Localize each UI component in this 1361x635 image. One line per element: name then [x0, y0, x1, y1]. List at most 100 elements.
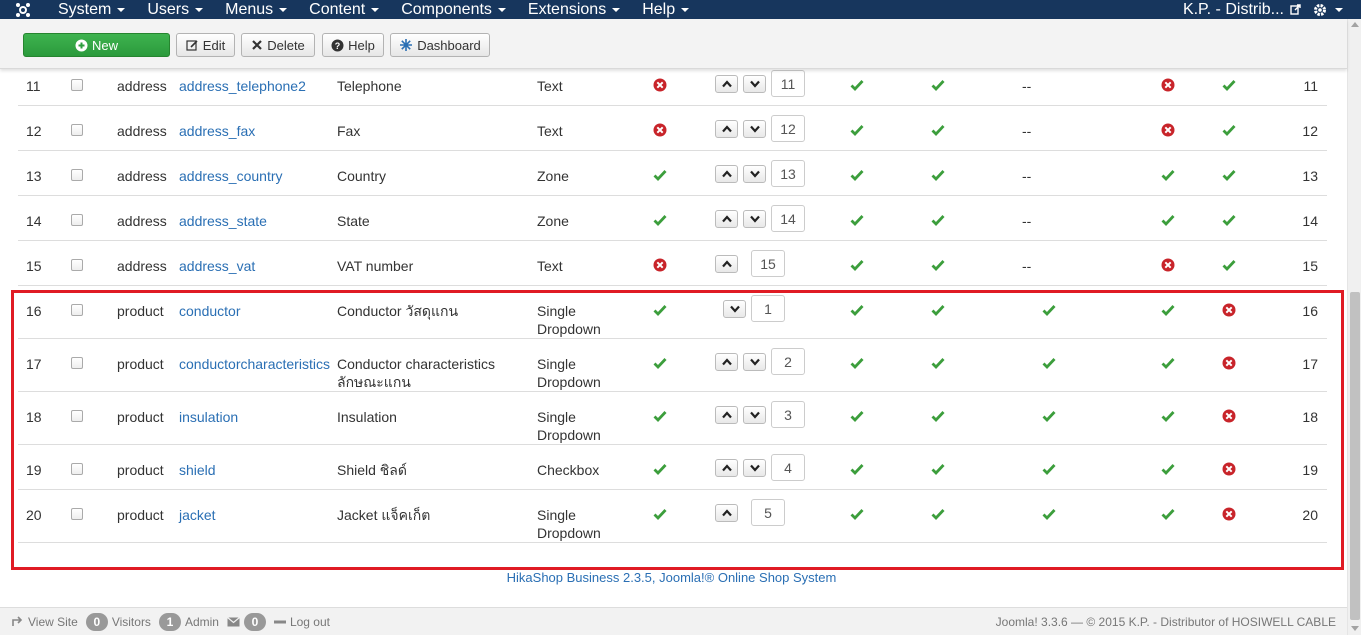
messages-status[interactable]: 0 [227, 612, 266, 631]
display-back-toggle[interactable] [931, 356, 945, 370]
move-down-button[interactable] [743, 353, 766, 371]
core-toggle[interactable] [1222, 462, 1236, 476]
move-up-button[interactable] [715, 210, 738, 228]
field-column-link[interactable]: shield [179, 461, 216, 479]
display-back-toggle[interactable] [931, 78, 945, 92]
row-checkbox[interactable] [71, 259, 83, 271]
display-front-toggle[interactable] [850, 507, 864, 521]
row-checkbox[interactable] [71, 304, 83, 316]
display-front-toggle[interactable] [850, 123, 864, 137]
scroll-down-icon[interactable] [1351, 626, 1359, 631]
required-toggle[interactable] [653, 507, 667, 521]
display-back-toggle[interactable] [931, 258, 945, 272]
row-checkbox[interactable] [71, 508, 83, 520]
move-up-button[interactable] [715, 255, 738, 273]
core-toggle[interactable] [1222, 409, 1236, 423]
move-down-button[interactable] [723, 300, 746, 318]
ordering-input[interactable]: 2 [771, 348, 805, 375]
display-front-toggle[interactable] [850, 78, 864, 92]
display-front-toggle[interactable] [850, 258, 864, 272]
scrollbar-thumb[interactable] [1350, 292, 1360, 620]
move-up-button[interactable] [715, 75, 738, 93]
display-listing-toggle[interactable] [1042, 356, 1056, 370]
display-front-toggle[interactable] [850, 462, 864, 476]
published-toggle[interactable] [1161, 213, 1175, 227]
field-column-link[interactable]: insulation [179, 408, 238, 426]
ordering-input[interactable]: 3 [771, 401, 805, 428]
display-back-toggle[interactable] [931, 507, 945, 521]
ordering-input[interactable]: 1 [751, 295, 785, 322]
menu-users[interactable]: Users [134, 0, 212, 19]
display-listing-toggle[interactable] [1042, 303, 1056, 317]
move-down-button[interactable] [743, 459, 766, 477]
menu-menus[interactable]: Menus [212, 0, 296, 19]
ordering-input[interactable]: 4 [771, 454, 805, 481]
core-toggle[interactable] [1222, 507, 1236, 521]
core-toggle[interactable] [1222, 78, 1236, 92]
move-down-button[interactable] [743, 406, 766, 424]
ordering-input[interactable]: 13 [771, 160, 805, 187]
view-site-link[interactable]: View Site [12, 615, 78, 629]
published-toggle[interactable] [1161, 78, 1175, 92]
settings-menu[interactable] [1313, 3, 1343, 17]
ordering-input[interactable]: 5 [751, 499, 785, 526]
published-toggle[interactable] [1161, 356, 1175, 370]
move-up-button[interactable] [715, 165, 738, 183]
move-down-button[interactable] [743, 120, 766, 138]
page-scrollbar[interactable] [1347, 19, 1361, 635]
menu-components[interactable]: Components [388, 0, 515, 19]
menu-content[interactable]: Content [296, 0, 388, 19]
ordering-input[interactable]: 15 [751, 250, 785, 277]
display-listing-toggle[interactable] [1042, 462, 1056, 476]
field-column-link[interactable]: address_fax [179, 122, 255, 140]
core-toggle[interactable] [1222, 213, 1236, 227]
display-back-toggle[interactable] [931, 213, 945, 227]
field-column-link[interactable]: address_country [179, 167, 283, 185]
move-up-button[interactable] [715, 459, 738, 477]
hikashop-credit-link[interactable]: HikaShop Business 2.3.5, Joomla!® Online… [0, 570, 1343, 585]
required-toggle[interactable] [653, 258, 667, 272]
move-up-button[interactable] [715, 120, 738, 138]
required-toggle[interactable] [653, 78, 667, 92]
move-down-button[interactable] [743, 165, 766, 183]
row-checkbox[interactable] [71, 410, 83, 422]
published-toggle[interactable] [1161, 258, 1175, 272]
required-toggle[interactable] [653, 123, 667, 137]
site-name-link[interactable]: K.P. - Distrib... [1183, 1, 1301, 19]
move-up-button[interactable] [715, 353, 738, 371]
menu-help[interactable]: Help [629, 0, 698, 19]
display-listing-toggle[interactable] [1042, 507, 1056, 521]
ordering-input[interactable]: 12 [771, 115, 805, 142]
required-toggle[interactable] [653, 168, 667, 182]
row-checkbox[interactable] [71, 214, 83, 226]
dashboard-button[interactable]: Dashboard [390, 33, 490, 57]
row-checkbox[interactable] [71, 79, 83, 91]
move-up-button[interactable] [715, 406, 738, 424]
display-back-toggle[interactable] [931, 168, 945, 182]
menu-extensions[interactable]: Extensions [515, 0, 629, 19]
row-checkbox[interactable] [71, 124, 83, 136]
ordering-input[interactable]: 11 [771, 70, 805, 97]
delete-button[interactable]: Delete [241, 33, 315, 57]
display-front-toggle[interactable] [850, 409, 864, 423]
row-checkbox[interactable] [71, 169, 83, 181]
display-front-toggle[interactable] [850, 168, 864, 182]
field-column-link[interactable]: address_telephone2 [179, 77, 306, 95]
published-toggle[interactable] [1161, 168, 1175, 182]
display-back-toggle[interactable] [931, 123, 945, 137]
core-toggle[interactable] [1222, 356, 1236, 370]
joomla-logo-icon[interactable] [0, 0, 45, 19]
published-toggle[interactable] [1161, 409, 1175, 423]
field-column-link[interactable]: address_state [179, 212, 267, 230]
published-toggle[interactable] [1161, 123, 1175, 137]
help-button[interactable]: ? Help [322, 33, 384, 57]
menu-system[interactable]: System [45, 0, 134, 19]
display-back-toggle[interactable] [931, 462, 945, 476]
ordering-input[interactable]: 14 [771, 205, 805, 232]
published-toggle[interactable] [1161, 303, 1175, 317]
display-back-toggle[interactable] [931, 409, 945, 423]
move-down-button[interactable] [743, 210, 766, 228]
field-column-link[interactable]: jacket [179, 506, 216, 524]
core-toggle[interactable] [1222, 303, 1236, 317]
display-front-toggle[interactable] [850, 213, 864, 227]
